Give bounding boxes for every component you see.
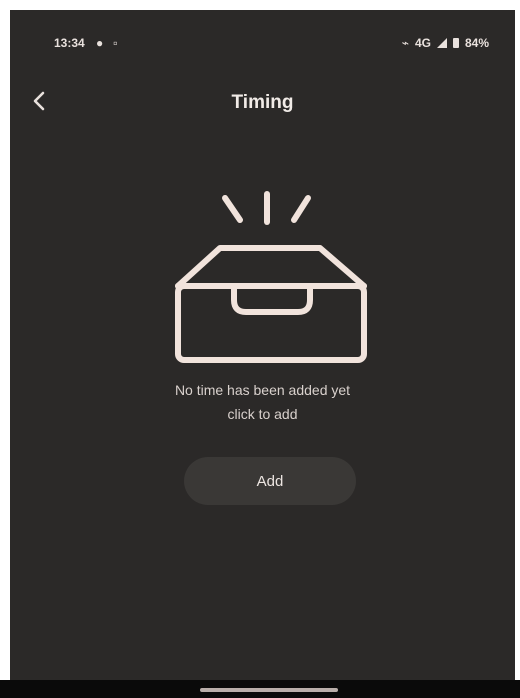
empty-inbox-icon [175, 191, 367, 363]
page-title: Timing [231, 92, 294, 113]
empty-state-line-1: No time has been added yet [174, 382, 351, 398]
status-left-icons: ● ▫ [96, 36, 118, 50]
signal-icon [436, 38, 447, 48]
status-right-icons: ⌁ 4G 84% [402, 36, 489, 50]
network-type: 4G [414, 36, 431, 50]
app-notification-icon: ▫ [113, 36, 118, 50]
status-time: 13:34 [54, 36, 85, 50]
nfc-icon: ⌁ [401, 36, 409, 50]
empty-state-message: No time has been added yet click to add [10, 378, 515, 426]
battery-icon [452, 38, 459, 48]
home-indicator[interactable] [200, 688, 338, 692]
app-screen: 13:34 ● ▫ ⌁ 4G 84% Timing No time has be… [10, 10, 515, 680]
add-button[interactable]: Add [184, 457, 356, 505]
battery-percent: 84% [464, 36, 489, 50]
status-bar: 13:34 ● ▫ ⌁ 4G 84% [10, 10, 515, 70]
empty-state-line-2: click to add [227, 406, 298, 422]
notification-icon: ● [96, 36, 104, 50]
app-header: Timing [10, 82, 515, 122]
